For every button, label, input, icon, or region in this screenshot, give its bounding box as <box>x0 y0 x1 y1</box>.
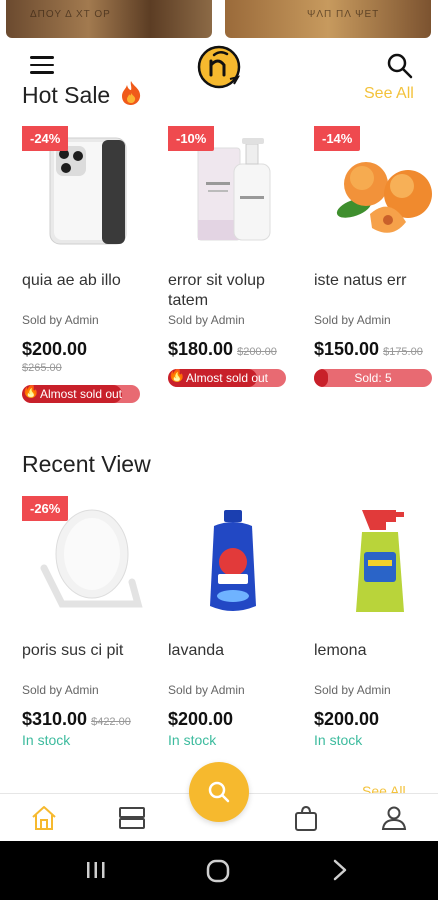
recent-view-title: Recent View <box>22 451 151 477</box>
stock-progress-bar: Almost sold out 🔥 <box>168 369 286 387</box>
product-name[interactable]: quia ae ab illo <box>22 271 150 291</box>
recent-view-item[interactable]: lavanda Sold by Admin $200.00 In stock <box>168 496 298 756</box>
product-image-detergent <box>210 510 256 611</box>
banner-right[interactable]: ΨΛΠ ΠΛ ΨΕΤ <box>225 0 431 38</box>
old-price: $265.00 <box>22 362 62 374</box>
product-price: $150.00 <box>314 339 380 359</box>
recent-view-item[interactable]: lemona Sold by Admin $200.00 In stock <box>314 496 438 756</box>
stock-badge-text: Sold: 5 <box>354 371 392 385</box>
banner-strip: ΔΠΟΥ Δ ΧΤ ΟΡ ΨΛΠ ΠΛ ΨΕΤ <box>0 0 438 40</box>
bag-icon[interactable] <box>292 804 320 832</box>
home-icon[interactable] <box>30 804 58 832</box>
fire-icon: 🔥 <box>168 369 186 382</box>
product-name[interactable]: poris sus ci pit <box>22 641 150 661</box>
old-price: $175.00 <box>383 346 423 358</box>
banner-left-text: ΔΠΟΥ Δ ΧΤ ΟΡ <box>30 9 111 20</box>
sold-by-label: Sold by Admin <box>314 683 391 697</box>
back-icon[interactable] <box>330 858 350 882</box>
system-nav-bar <box>0 841 438 900</box>
product-price-row: $180.00 $200.00 <box>168 339 277 360</box>
hot-sale-item[interactable]: -10% error sit volup tatem Sold by Admin… <box>168 126 298 406</box>
sold-by-label: Sold by Admin <box>22 683 99 697</box>
recent-apps-icon[interactable] <box>84 858 108 882</box>
sold-by-label: Sold by Admin <box>168 313 245 327</box>
hot-sale-title-wrap: Hot Sale <box>22 80 143 109</box>
stock-status: In stock <box>168 732 217 748</box>
stock-progress-bar: Sold: 5 <box>314 369 432 387</box>
product-price: $200.00 <box>314 709 380 729</box>
product-price: $180.00 <box>168 339 234 359</box>
product-image-spray <box>356 510 404 612</box>
sold-by-label: Sold by Admin <box>314 313 391 327</box>
discount-badge: -14% <box>314 126 361 151</box>
home-system-icon[interactable] <box>205 858 231 884</box>
discount-badge: -10% <box>168 126 215 151</box>
hot-sale-see-all[interactable]: See All <box>364 85 414 103</box>
profile-icon[interactable] <box>380 804 408 832</box>
menu-icon-line <box>30 71 54 74</box>
search-icon <box>208 781 230 803</box>
banner-right-text: ΨΛΠ ΠΛ ΨΕΤ <box>307 9 380 20</box>
product-price: $200.00 <box>168 709 234 729</box>
product-name[interactable]: iste natus err <box>314 271 438 291</box>
categories-icon[interactable] <box>118 804 146 832</box>
old-price: $200.00 <box>237 346 277 358</box>
discount-badge: -26% <box>22 496 69 521</box>
hot-sale-item[interactable]: -14% iste natus err Sold by Admin $150.0… <box>314 126 438 406</box>
stock-progress-bar: Almost sold out 🔥 <box>22 385 140 403</box>
stock-status: In stock <box>22 732 71 748</box>
stock-badge-text: Almost sold out <box>39 387 123 401</box>
product-name[interactable]: lavanda <box>168 641 296 661</box>
search-fab-button[interactable] <box>189 762 249 822</box>
banner-left[interactable]: ΔΠΟΥ Δ ΧΤ ΟΡ <box>6 0 212 38</box>
menu-button[interactable] <box>30 56 54 76</box>
stock-status: In stock <box>314 732 363 748</box>
old-price: $422.00 <box>91 716 131 728</box>
hot-sale-item[interactable]: -24% quia ae ab illo Sold by Admin $200.… <box>22 126 152 406</box>
product-price: $310.00 <box>22 709 88 729</box>
discount-badge: -24% <box>22 126 69 151</box>
menu-icon-line <box>30 63 54 66</box>
product-name[interactable]: error sit volup tatem <box>168 271 296 311</box>
product-price-row: $310.00 $422.00 <box>22 709 131 730</box>
product-price: $200.00 <box>22 339 88 359</box>
product-price-row: $150.00 $175.00 <box>314 339 423 360</box>
sold-by-label: Sold by Admin <box>22 313 99 327</box>
fire-icon <box>121 81 140 105</box>
stock-badge-text: Almost sold out <box>185 371 269 385</box>
recent-view-item[interactable]: -26% poris sus ci pit Sold by Admin $310… <box>22 496 152 756</box>
sold-by-label: Sold by Admin <box>168 683 245 697</box>
logo-icon[interactable] <box>194 43 244 89</box>
product-name[interactable]: lemona <box>314 641 438 661</box>
fire-icon: 🔥 <box>22 385 40 398</box>
hot-sale-title: Hot Sale <box>22 82 111 108</box>
menu-icon-line <box>30 56 54 59</box>
search-icon[interactable] <box>386 52 414 80</box>
